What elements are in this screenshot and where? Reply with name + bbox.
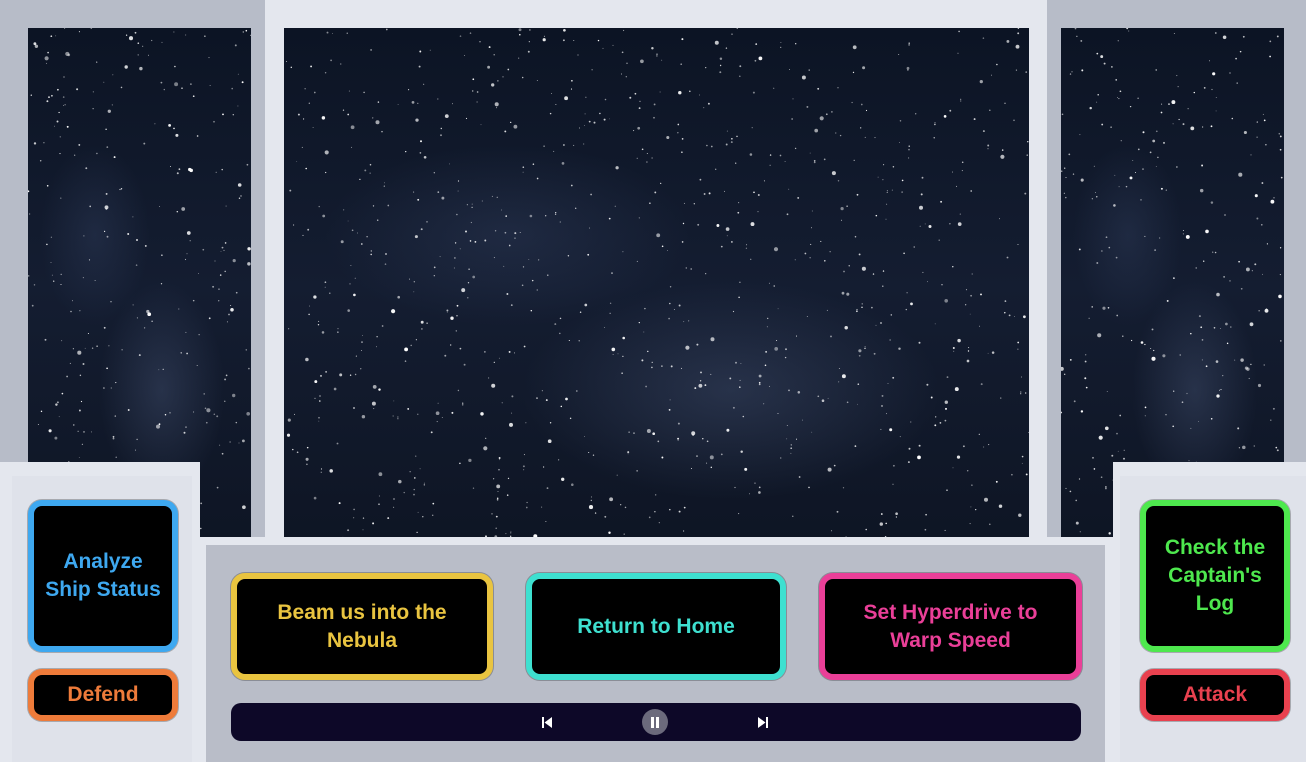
return-to-home-label: Return to Home <box>577 614 735 638</box>
skip-previous-button[interactable] <box>537 703 557 741</box>
check-captains-log-button[interactable]: Check the Captain's Log <box>1140 500 1290 652</box>
pause-icon <box>642 709 668 735</box>
skip-next-button[interactable] <box>753 703 773 741</box>
audio-player-bar <box>231 703 1081 741</box>
defend-button[interactable]: Defend <box>28 669 178 721</box>
return-to-home-button[interactable]: Return to Home <box>526 573 786 680</box>
analyze-ship-status-button[interactable]: Analyze Ship Status <box>28 500 178 652</box>
starfield <box>286 28 1029 545</box>
skip-previous-icon <box>542 716 552 728</box>
pause-button[interactable] <box>641 703 669 741</box>
beam-into-nebula-button[interactable]: Beam us into the Nebula <box>231 573 493 680</box>
set-hyperdrive-label: Set Hyperdrive to Warp Speed <box>863 600 1038 652</box>
center-space-window <box>284 28 1029 545</box>
defend-label: Defend <box>67 683 139 706</box>
attack-button[interactable]: Attack <box>1140 669 1290 721</box>
check-captains-log-label: Check the Captain's Log <box>1164 536 1266 615</box>
skip-next-icon <box>758 716 768 728</box>
analyze-ship-status-label: Analyze Ship Status <box>45 550 161 601</box>
attack-label: Attack <box>1182 683 1248 706</box>
set-hyperdrive-button[interactable]: Set Hyperdrive to Warp Speed <box>819 573 1082 680</box>
beam-into-nebula-label: Beam us into the Nebula <box>277 600 447 652</box>
